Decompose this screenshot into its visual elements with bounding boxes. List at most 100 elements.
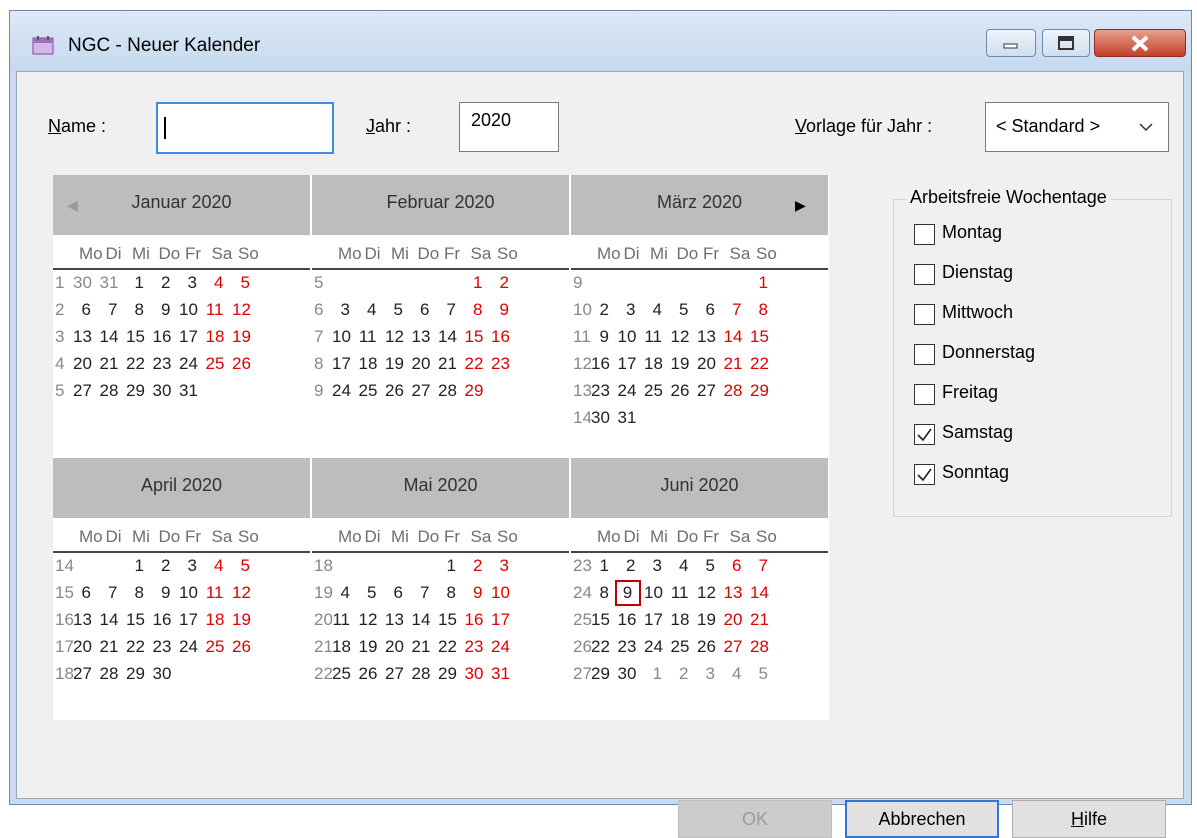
cancel-button[interactable]: Abbrechen [845,800,999,838]
day-cell[interactable]: 15 [750,327,769,347]
day-cell[interactable]: 12 [697,583,716,603]
day-cell[interactable]: 4 [206,273,223,293]
day-cell[interactable]: 5 [671,300,688,320]
day-cell[interactable]: 20 [73,354,92,374]
day-cell[interactable]: 6 [412,300,429,320]
template-select[interactable]: < Standard > [985,102,1169,152]
day-cell[interactable]: 28 [438,381,457,401]
day-cell[interactable]: 23 [618,637,637,657]
day-cell[interactable]: 28 [750,637,769,657]
day-cell[interactable]: 18 [332,637,351,657]
day-cell[interactable]: 6 [73,583,91,603]
day-cell[interactable]: 17 [491,610,510,630]
day-cell[interactable]: 23 [491,354,510,374]
day-cell[interactable]: 19 [232,610,251,630]
day-cell[interactable]: 3 [491,556,509,576]
minimize-button[interactable] [986,29,1036,57]
day-cell[interactable]: 18 [359,354,378,374]
checkbox-unchecked-icon[interactable] [914,344,935,365]
day-cell[interactable]: 27 [385,664,404,684]
day-cell[interactable]: 28 [412,664,431,684]
day-cell[interactable]: 28 [100,381,119,401]
day-cell[interactable]: 19 [385,354,404,374]
day-cell[interactable]: 19 [697,610,716,630]
day-cell[interactable]: 26 [232,637,251,657]
day-cell[interactable]: 7 [438,300,456,320]
day-cell[interactable]: 18 [206,327,225,347]
day-cell[interactable]: 24 [644,637,663,657]
day-cell[interactable]: 24 [179,637,198,657]
day-cell[interactable]: 22 [465,354,484,374]
day-cell[interactable]: 8 [126,583,144,603]
day-cell[interactable]: 11 [332,610,350,630]
day-cell[interactable]: 18 [644,354,663,374]
day-cell[interactable]: 3 [179,273,197,293]
day-cell[interactable]: 11 [671,583,689,603]
day-cell[interactable]: 8 [126,300,144,320]
day-cell[interactable]: 19 [232,327,251,347]
title-bar[interactable]: NGC - Neuer Kalender [10,11,1191,71]
day-cell[interactable]: 3 [332,300,350,320]
day-cell[interactable]: 13 [73,327,92,347]
day-cell[interactable]: 21 [100,354,119,374]
day-cell[interactable]: 12 [232,300,251,320]
day-cell[interactable]: 22 [591,637,610,657]
day-cell[interactable]: 27 [412,381,431,401]
day-cell[interactable]: 17 [332,354,351,374]
day-cell[interactable]: 31 [618,408,637,428]
day-cell[interactable]: 23 [591,381,610,401]
day-cell[interactable]: 22 [126,637,145,657]
day-cell[interactable]: 7 [412,583,429,603]
close-button[interactable] [1094,29,1186,57]
day-cell[interactable]: 21 [412,637,431,657]
name-input[interactable] [156,102,334,154]
day-cell[interactable]: 9 [465,583,482,603]
today-day-cell[interactable]: 9 [614,580,641,606]
day-cell[interactable]: 12 [385,327,404,347]
day-cell[interactable]: 20 [412,354,431,374]
day-cell[interactable]: 27 [73,381,92,401]
checkbox-unchecked-icon[interactable] [914,224,935,245]
day-cell[interactable]: 6 [73,300,91,320]
checkbox-checked-icon[interactable] [914,464,935,485]
day-cell[interactable]: 17 [644,610,663,630]
day-cell[interactable]: 15 [465,327,484,347]
help-button[interactable]: Hilfe [1012,800,1166,838]
day-cell[interactable]: 5 [232,273,250,293]
day-cell[interactable]: 22 [438,637,457,657]
day-cell[interactable]: 19 [359,637,378,657]
day-cell[interactable]: 16 [153,610,172,630]
day-cell[interactable]: 26 [359,664,378,684]
day-cell[interactable]: 15 [438,610,457,630]
day-cell[interactable]: 4 [359,300,376,320]
day-cell[interactable]: 5 [232,556,250,576]
day-cell[interactable]: 26 [385,381,404,401]
day-cell[interactable]: 12 [671,327,690,347]
triangle-left-icon[interactable]: ◀ [67,197,78,214]
day-cell[interactable]: 13 [412,327,431,347]
day-cell[interactable]: 1 [644,664,662,684]
day-cell[interactable]: 30 [591,408,610,428]
day-cell[interactable]: 8 [750,300,768,320]
day-cell[interactable]: 14 [100,327,119,347]
checkbox-checked-icon[interactable] [914,424,935,445]
day-cell[interactable]: 2 [465,556,482,576]
day-cell[interactable]: 2 [618,556,635,576]
day-cell[interactable]: 25 [332,664,351,684]
day-cell[interactable]: 5 [697,556,715,576]
day-cell[interactable]: 31 [179,381,198,401]
day-cell[interactable]: 7 [100,583,117,603]
day-cell[interactable]: 23 [153,354,172,374]
day-cell[interactable]: 20 [724,610,743,630]
day-cell[interactable]: 7 [724,300,741,320]
day-cell[interactable]: 10 [179,583,198,603]
day-cell[interactable]: 1 [750,273,768,293]
calendar-panel[interactable]: Januar 2020 ◀ Mo Di Mi Do Fr Sa So 1 30 31 1 2 3 4 5 2 6 7 8… [53,175,829,720]
day-cell[interactable]: 3 [179,556,197,576]
day-cell[interactable]: 29 [465,381,484,401]
day-cell[interactable]: 30 [618,664,637,684]
day-cell[interactable]: 4 [644,300,662,320]
day-cell[interactable]: 14 [750,583,769,603]
day-cell[interactable]: 16 [153,327,172,347]
day-cell[interactable]: 1 [126,273,144,293]
